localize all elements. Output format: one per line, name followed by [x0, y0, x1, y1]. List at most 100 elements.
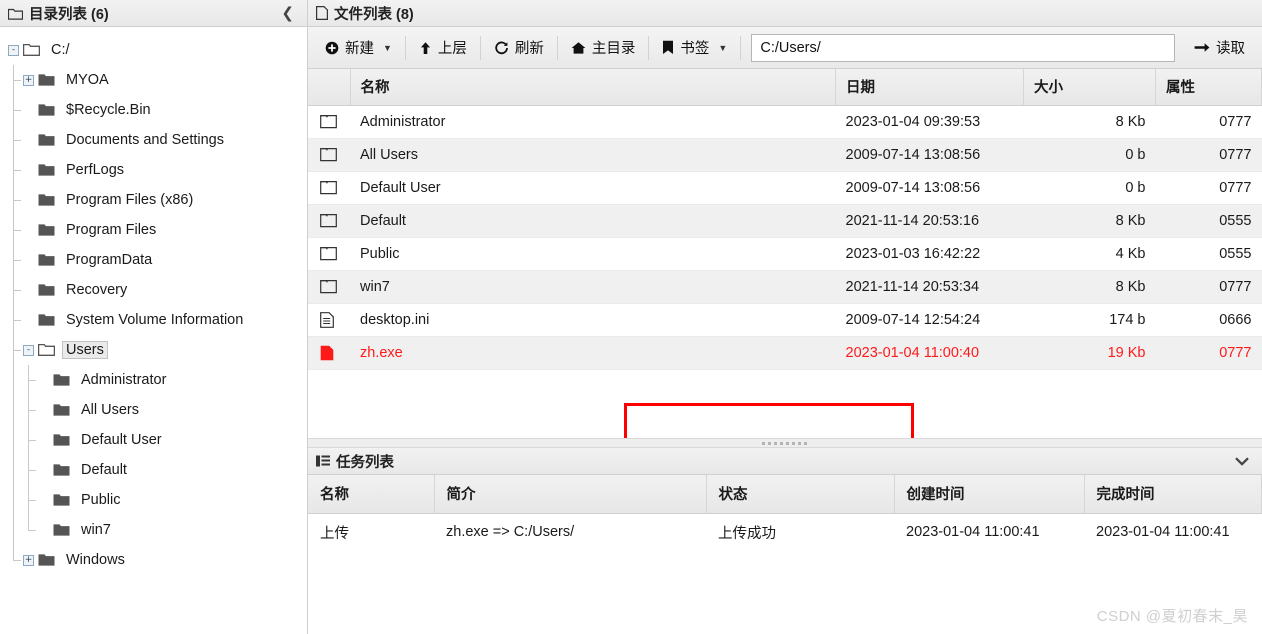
tree-toggle-slot: + [21, 74, 36, 86]
table-row[interactable]: Administrator 2023-01-04 09:39:53 8 Kb 0777 [308, 105, 1262, 139]
new-button[interactable]: 新建 ▼ [314, 33, 403, 63]
folder-icon [308, 171, 350, 205]
tree-item[interactable]: Program Files (x86) [0, 185, 307, 215]
refresh-icon [494, 41, 509, 55]
table-row[interactable]: desktop.ini 2009-07-14 12:54:24 174 b 0666 [308, 303, 1262, 337]
file-column-header-attr[interactable]: 属性 [1155, 69, 1262, 106]
tree-item-label: PerfLogs [66, 162, 125, 178]
tree-item-label: Windows [66, 552, 125, 568]
home-button[interactable]: 主目录 [560, 33, 647, 63]
tree-item-label: Users [62, 341, 108, 359]
task-column-header-name[interactable]: 名称 [308, 475, 435, 514]
folder-icon [53, 403, 70, 417]
file-list[interactable]: 名称 日期 大小 属性 Administrator 2023-01-04 09:3… [308, 69, 1262, 438]
task-column-header-created[interactable]: 创建时间 [894, 475, 1085, 514]
tree-expand-icon[interactable]: + [23, 74, 34, 86]
tree-expand-icon[interactable]: + [23, 554, 34, 566]
file-table-header-row: 名称 日期 大小 属性 [308, 69, 1262, 106]
table-row[interactable]: 上传 zh.exe => C:/Users/上传成功 2023-01-04 11:0… [308, 513, 1262, 551]
tree-item[interactable]: Default User [0, 425, 307, 455]
table-row[interactable]: zh.exe 2023-01-04 11:00:40 19 Kb 0777 [308, 336, 1262, 370]
file-red-icon [308, 336, 350, 370]
file-date-cell: 2009-07-14 13:08:56 [835, 138, 1024, 172]
folder-icon [308, 237, 350, 271]
main-area: 文件列表 (8) 新建 ▼ 上层 刷新 主目录 书签 ▼ C:/Users/ 读… [308, 0, 1262, 634]
task-column-header-finished[interactable]: 完成时间 [1084, 475, 1262, 514]
folder-open-icon [23, 43, 40, 57]
chevron-down-icon[interactable]: ▼ [718, 43, 727, 53]
tree-item[interactable]: + Windows [0, 545, 307, 575]
tree-collapse-icon[interactable]: - [8, 44, 19, 56]
tree-item[interactable]: Administrator [0, 365, 307, 395]
tree-indent-guide [6, 425, 21, 455]
tree-item[interactable]: All Users [0, 395, 307, 425]
file-name-cell: All Users [350, 138, 836, 172]
tree-item[interactable]: Public [0, 485, 307, 515]
read-button[interactable]: 读取 [1183, 33, 1256, 63]
file-date-cell: 2009-07-14 12:54:24 [835, 303, 1024, 337]
tree-indent-guide [21, 455, 36, 485]
plus-circle-icon [325, 41, 339, 55]
collapse-sidebar-button[interactable]: ❮ [276, 6, 299, 21]
tree-item-label: $Recycle.Bin [66, 102, 151, 118]
up-button[interactable]: 上层 [408, 33, 478, 63]
tree-indent-guide [21, 395, 36, 425]
task-panel-title: 任务列表 [336, 454, 394, 471]
tree-indent-guide [6, 275, 21, 305]
bookmark-button[interactable]: 书签 ▼ [651, 33, 738, 63]
tree-item[interactable]: - C:/ [0, 35, 307, 65]
tree-item[interactable]: Recovery [0, 275, 307, 305]
file-size-cell: 0 b [1023, 138, 1156, 172]
toolbar-divider [648, 35, 650, 60]
file-column-header-date[interactable]: 日期 [835, 69, 1024, 106]
chevron-down-icon[interactable]: ▼ [383, 43, 392, 53]
panel-splitter[interactable] [308, 438, 1262, 448]
tree-item[interactable]: win7 [0, 515, 307, 545]
file-date-cell: 2021-11-14 20:53:34 [835, 270, 1024, 304]
directory-panel-title: 目录列表 (6) [29, 6, 109, 23]
folder-outline-icon [8, 7, 23, 20]
refresh-button-label: 刷新 [514, 41, 544, 57]
tree-item-label: C:/ [51, 42, 70, 58]
refresh-button[interactable]: 刷新 [483, 33, 555, 63]
table-row[interactable]: Default User 2009-07-14 13:08:56 0 b 0777 [308, 171, 1262, 205]
tree-item-label: System Volume Information [66, 312, 244, 328]
table-row[interactable]: All Users 2009-07-14 13:08:56 0 b 0777 [308, 138, 1262, 172]
tree-item[interactable]: Default [0, 455, 307, 485]
address-input[interactable] [751, 33, 1175, 62]
tree-item[interactable]: Documents and Settings [0, 125, 307, 155]
file-date-cell: 2023-01-04 09:39:53 [835, 105, 1024, 139]
file-icon [308, 303, 350, 337]
table-row[interactable]: Default 2021-11-14 20:53:16 8 Kb 0555 [308, 204, 1262, 238]
tree-item[interactable]: PerfLogs [0, 155, 307, 185]
file-column-header-size[interactable]: 大小 [1023, 69, 1156, 106]
directory-tree[interactable]: - C:/ + MYOA $Recycle.Bin Documents and Setti… [0, 27, 307, 634]
table-row[interactable]: Public 2023-01-03 16:42:22 4 Kb 0555 [308, 237, 1262, 271]
tree-collapse-icon[interactable]: - [23, 344, 34, 356]
tree-item[interactable]: ProgramData [0, 245, 307, 275]
folder-icon [308, 270, 350, 304]
bookmark-icon [662, 40, 674, 55]
tree-item-label: Administrator [81, 372, 167, 388]
file-size-cell: 0 b [1023, 171, 1156, 205]
toolbar-divider [740, 35, 742, 60]
collapse-task-panel-button[interactable] [1230, 456, 1254, 466]
file-attr-cell: 0777 [1155, 270, 1262, 304]
tree-item-label: Program Files [66, 222, 157, 238]
table-row[interactable]: win7 2021-11-14 20:53:34 8 Kb 0777 [308, 270, 1262, 304]
file-column-header-name[interactable]: 名称 [350, 69, 836, 106]
tree-item[interactable]: Program Files [0, 215, 307, 245]
tree-item[interactable]: $Recycle.Bin [0, 95, 307, 125]
tree-item[interactable]: System Volume Information [0, 305, 307, 335]
task-column-header-desc[interactable]: 简介 [434, 475, 707, 514]
file-name-cell: zh.exe [350, 336, 836, 370]
file-size-cell: 8 Kb [1023, 270, 1156, 304]
folder-icon [38, 103, 55, 117]
address-bar [743, 33, 1183, 62]
tree-item-label: win7 [81, 522, 111, 538]
tree-item[interactable]: - Users [0, 335, 307, 365]
task-panel-header: 任务列表 [308, 448, 1262, 475]
tree-indent-guide [6, 185, 21, 215]
tree-item[interactable]: + MYOA [0, 65, 307, 95]
task-column-header-status[interactable]: 状态 [706, 475, 895, 514]
